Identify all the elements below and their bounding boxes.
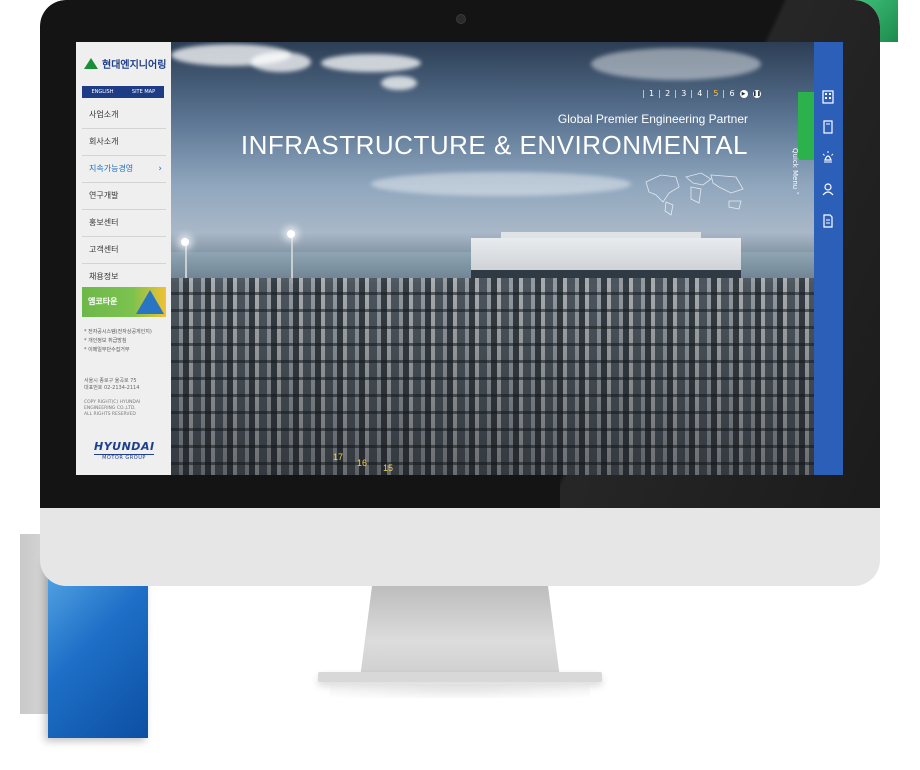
document-icon[interactable] <box>821 214 835 228</box>
lamp-icon[interactable] <box>821 150 835 164</box>
english-link[interactable]: ENGLISH <box>82 86 123 98</box>
parking-number: 15 <box>383 463 394 473</box>
banner-triangle-icon <box>136 290 164 314</box>
hyundai-motor-group-logo[interactable]: HYUNDAI MOTOR GROUP <box>94 440 154 461</box>
cloud <box>321 54 421 72</box>
stand-shadow <box>330 684 590 698</box>
light-lamp <box>181 238 189 246</box>
company-logo[interactable]: 현대엔지니어링 <box>84 56 166 71</box>
pager-separator <box>691 89 693 98</box>
sidebar: 현대엔지니어링 ENGLISH SITE MAP 사업소개 회사소개 지속가능경… <box>76 42 171 475</box>
sidebar-item-sustainability[interactable]: 지속가능경영 › <box>82 156 166 183</box>
book-icon[interactable] <box>821 120 835 134</box>
website-screen: 현대엔지니어링 ENGLISH SITE MAP 사업소개 회사소개 지속가능경… <box>76 42 843 475</box>
hero-banner: 17 16 15 1 2 3 4 5 6 ▶ ❚❚ Global Premier… <box>171 42 814 475</box>
copyright-line: ALL RIGHTS RESERVED <box>84 412 136 417</box>
cloud <box>371 172 631 196</box>
logo-text: 현대엔지니어링 <box>102 60 167 71</box>
address-line: 서울시 종로구 율곡로 75 <box>84 378 137 384</box>
pager-separator <box>659 89 661 98</box>
quick-menu-toggle[interactable]: Quick Menu ˅ <box>791 92 814 195</box>
privacy-policy-link[interactable]: * 개인정보 취급방침 <box>84 337 168 346</box>
pause-icon[interactable]: ❚❚ <box>752 89 761 98</box>
slide-pager: 1 2 3 4 5 6 ▶ ❚❚ <box>643 89 761 98</box>
pager-page-2[interactable]: 2 <box>665 89 670 98</box>
pager-separator <box>675 89 677 98</box>
light-pole <box>185 242 187 282</box>
sidebar-item-rnd[interactable]: 연구개발 <box>82 183 166 210</box>
cloud <box>591 48 761 80</box>
pager-page-6[interactable]: 6 <box>729 89 734 98</box>
logo-triangle-icon <box>84 58 98 69</box>
emco-town-banner[interactable]: 엠코타운 <box>82 287 166 317</box>
pager-page-1[interactable]: 1 <box>649 89 654 98</box>
utility-bar: ENGLISH SITE MAP <box>82 86 164 98</box>
email-refusal-link[interactable]: * 이메일무단수집거부 <box>84 346 168 355</box>
webcam <box>456 14 466 24</box>
cloud <box>381 76 417 90</box>
pager-page-4[interactable]: 4 <box>697 89 702 98</box>
sitemap-link[interactable]: SITE MAP <box>123 86 164 98</box>
pager-separator <box>723 89 725 98</box>
pager-separator <box>643 89 644 98</box>
monitor-stand <box>360 586 560 678</box>
group-logo-sub: MOTOR GROUP <box>94 454 154 461</box>
play-icon[interactable]: ▶ <box>739 89 748 98</box>
monitor-stand-base <box>318 672 602 682</box>
pager-separator <box>707 89 709 98</box>
building-icon[interactable] <box>821 90 835 104</box>
policy-links: * 전자공시스템(전자상공게인지) * 개인정보 취급방침 * 이메일무단수집거… <box>84 328 168 355</box>
pager-page-3[interactable]: 3 <box>681 89 686 98</box>
quick-menu-text: Quick Menu <box>791 148 799 190</box>
cloud <box>251 52 311 72</box>
sidebar-item-pr[interactable]: 홍보센터 <box>82 210 166 237</box>
pager-page-5[interactable]: 5 <box>713 89 718 98</box>
world-map-icon <box>645 172 744 216</box>
sidebar-item-label: 지속가능경영 <box>89 164 134 173</box>
parking-number: 16 <box>357 458 368 468</box>
quick-menu-label: Quick Menu ˅ <box>791 148 799 195</box>
user-icon[interactable] <box>821 182 835 196</box>
parking-number: 17 <box>333 452 344 462</box>
phone-line: 대표번호 02-2134-2114 <box>84 385 140 391</box>
banner-label: 엠코타운 <box>88 297 118 306</box>
sidebar-item-customer[interactable]: 고객센터 <box>82 237 166 264</box>
hero-tagline: Global Premier Engineering Partner <box>557 112 748 126</box>
quick-menu-panel <box>814 42 843 475</box>
group-logo-main: HYUNDAI <box>94 440 155 453</box>
sidebar-item-business[interactable]: 사업소개 <box>82 102 166 129</box>
address: 서울시 종로구 율곡로 75 대표번호 02-2134-2114 <box>84 378 168 392</box>
disclosure-link[interactable]: * 전자공시스템(전자상공게인지) <box>84 328 168 337</box>
copyright: COPY RIGHT(C) HYUNDAI ENGINEERING CO.,LT… <box>84 400 168 418</box>
lot-shade <box>171 278 814 475</box>
chevron-right-icon: › <box>158 164 162 174</box>
hero-headline: INFRASTRUCTURE & ENVIRONMENTAL <box>240 130 748 160</box>
light-pole <box>291 234 293 284</box>
sidebar-item-company[interactable]: 회사소개 <box>82 129 166 156</box>
sidebar-nav: 사업소개 회사소개 지속가능경영 › 연구개발 홍보센터 고객센터 채용정보 <box>82 102 166 291</box>
light-lamp <box>287 230 295 238</box>
